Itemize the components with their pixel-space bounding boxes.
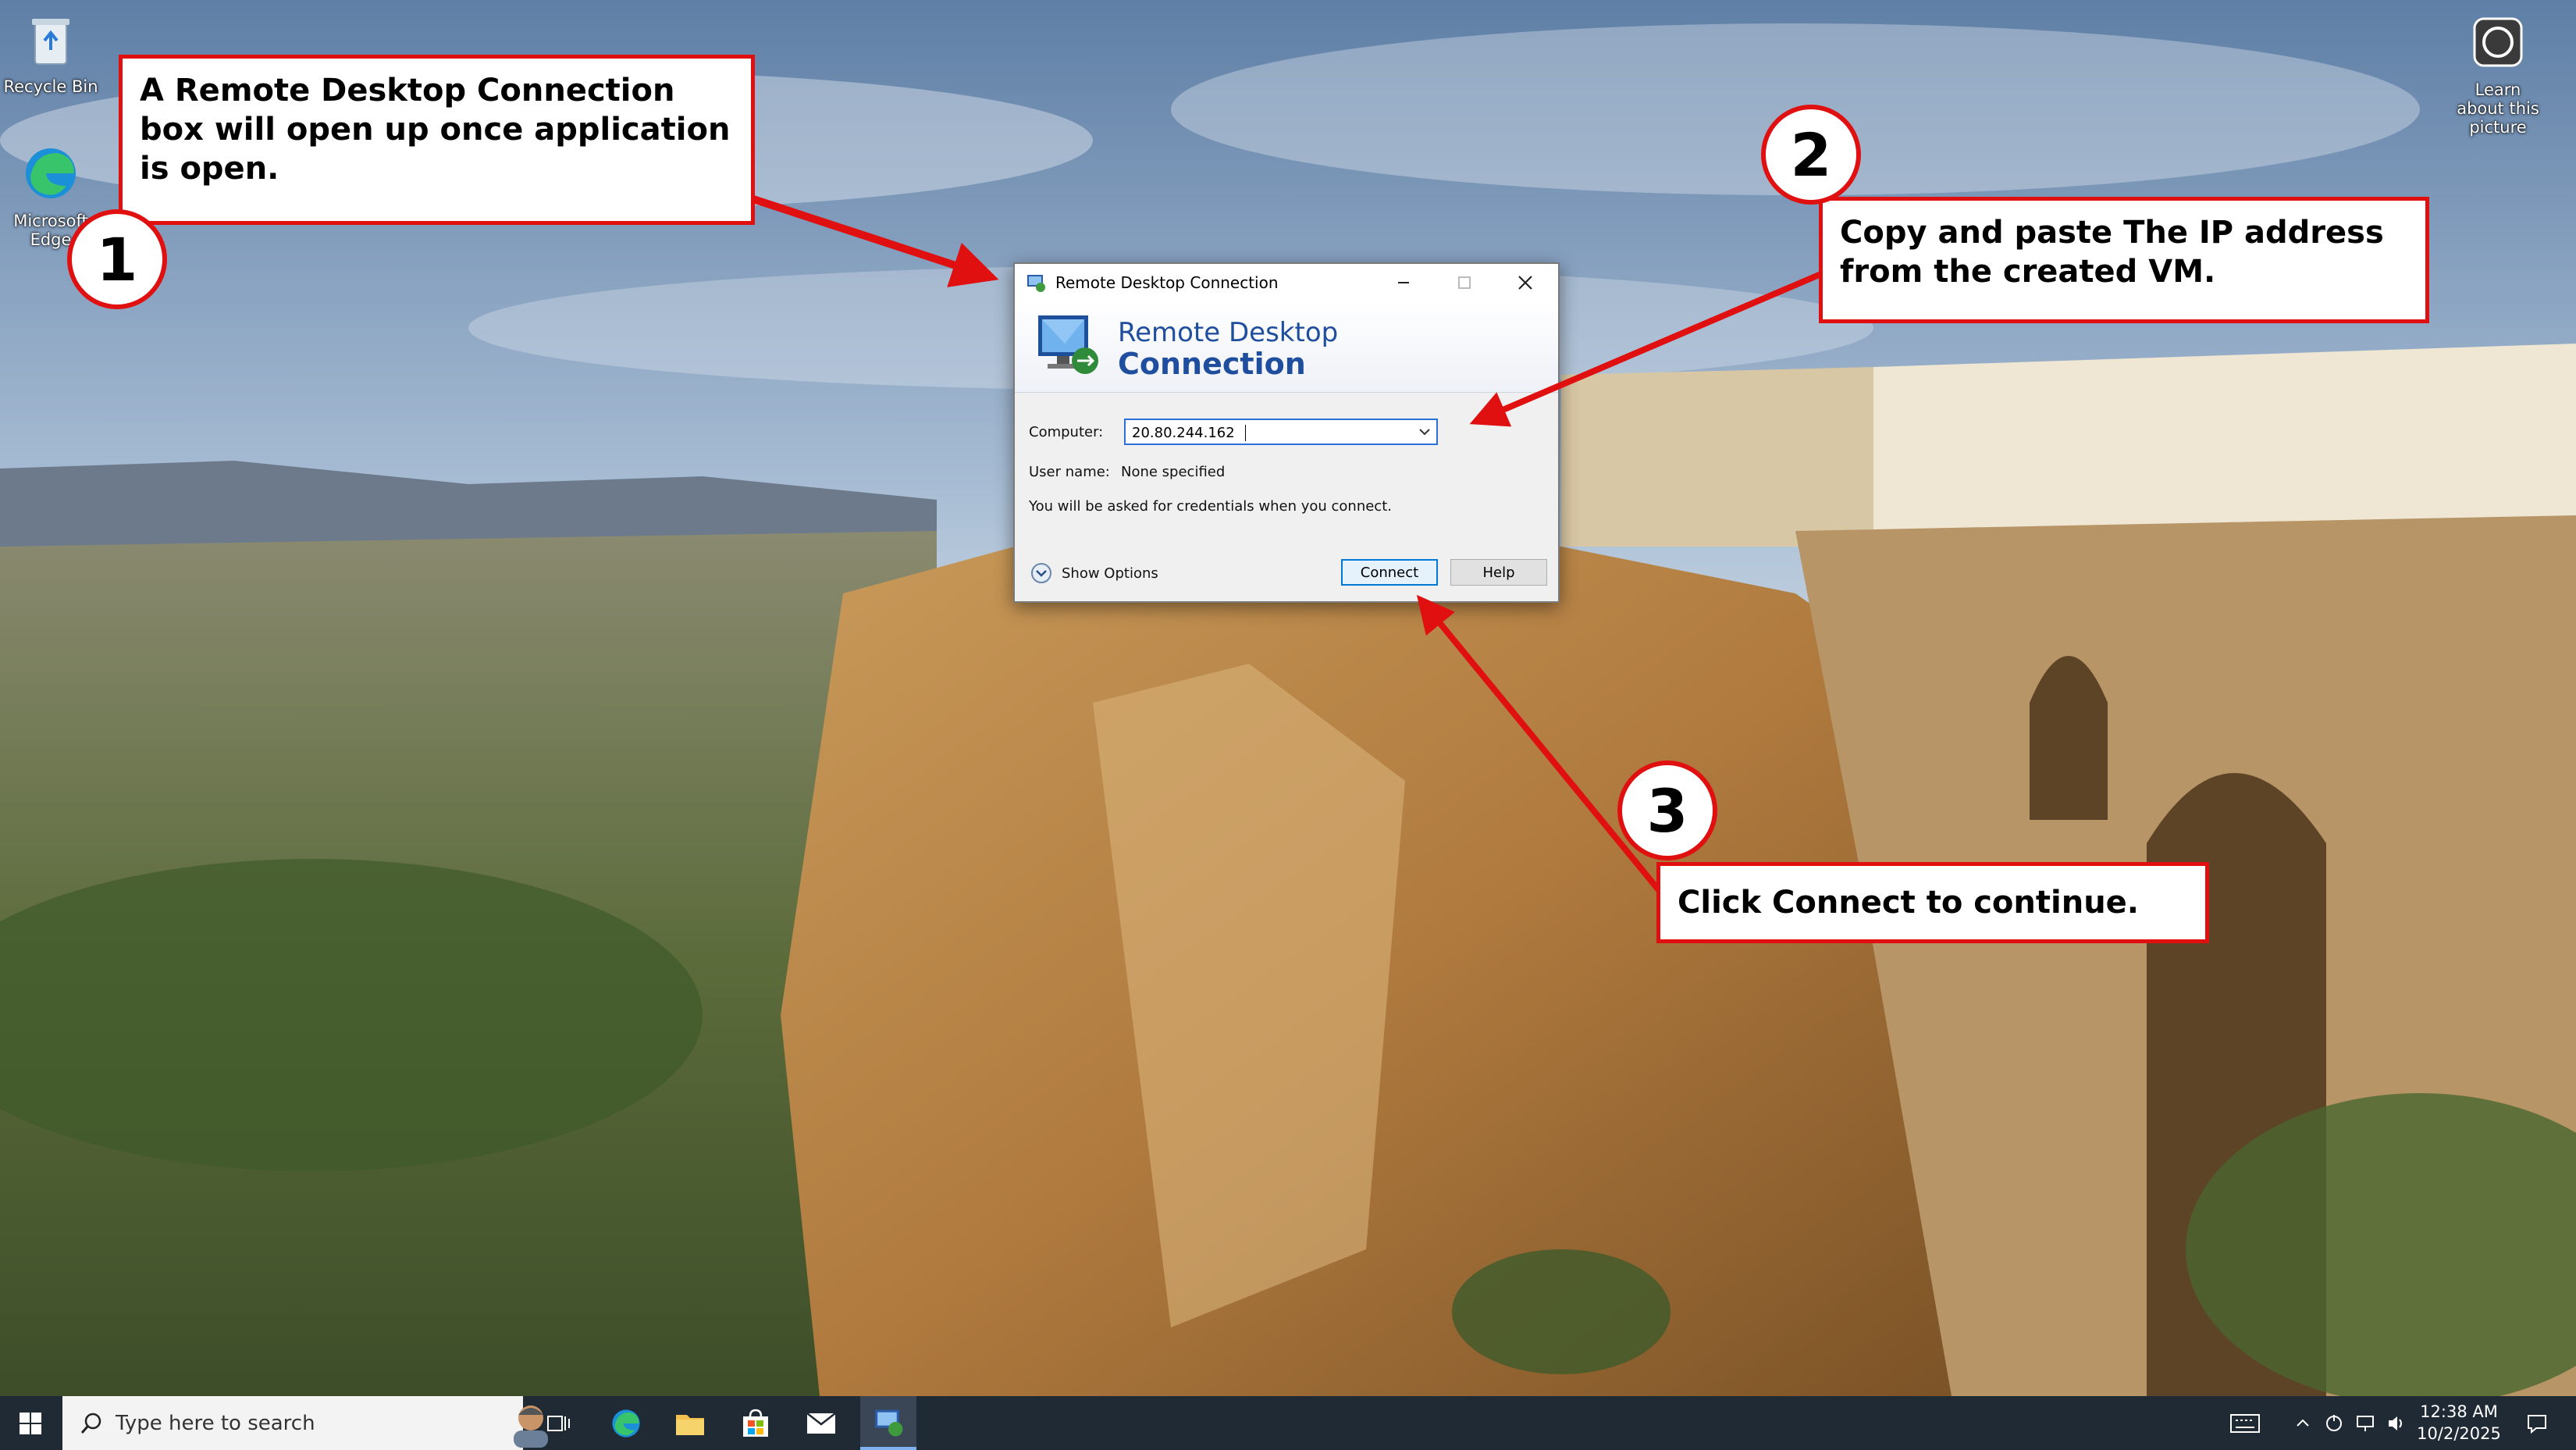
remote-desktop-icon bbox=[875, 1409, 903, 1436]
edge-icon bbox=[612, 1409, 640, 1438]
tray-show-hidden-icons[interactable] bbox=[2287, 1396, 2318, 1450]
show-options-chevron-icon[interactable] bbox=[1030, 562, 1052, 584]
maximize-button[interactable] bbox=[1435, 264, 1494, 301]
tray-volume[interactable] bbox=[2381, 1396, 2412, 1450]
callout-step-2: Copy and paste The IP address from the c… bbox=[1819, 197, 2429, 323]
recycle-bin-icon bbox=[32, 19, 69, 65]
notification-icon bbox=[2528, 1414, 2546, 1434]
remote-desktop-dialog[interactable]: Remote Desktop Connection Remote Desktop… bbox=[1013, 262, 1560, 603]
close-button[interactable] bbox=[1496, 264, 1555, 301]
text-caret bbox=[1245, 425, 1246, 441]
callout-step-3: Click Connect to continue. bbox=[1656, 862, 2209, 943]
dialog-banner: Remote Desktop Connection bbox=[1015, 301, 1558, 393]
taskbar-search-box[interactable]: Type here to search bbox=[62, 1396, 548, 1450]
taskbar-mail[interactable] bbox=[796, 1396, 846, 1450]
volume-icon bbox=[2389, 1416, 2402, 1430]
taskbar-store[interactable] bbox=[731, 1396, 781, 1450]
computer-input[interactable]: 20.80.244.162 bbox=[1132, 425, 1235, 441]
chevron-down-icon[interactable] bbox=[1418, 425, 1432, 439]
computer-label: Computer: bbox=[1029, 424, 1104, 440]
remote-desktop-icon bbox=[1027, 275, 1045, 292]
desktop-icon-recycle-bin[interactable]: Recycle Bin bbox=[0, 8, 101, 96]
remote-desktop-logo-icon bbox=[1038, 315, 1098, 374]
banner-title-line1: Remote Desktop bbox=[1118, 317, 1339, 348]
keyboard-icon bbox=[2230, 1413, 2260, 1433]
taskbar-edge[interactable] bbox=[601, 1396, 651, 1450]
show-options-link[interactable]: Show Options bbox=[1062, 565, 1158, 582]
badge-step-2: 2 bbox=[1761, 105, 1861, 205]
username-value: None specified bbox=[1121, 464, 1226, 480]
camera-info-icon bbox=[2473, 17, 2523, 67]
banner-title-line2: Connection bbox=[1118, 347, 1306, 381]
taskbar[interactable]: Type here to search 12:38 AM 10/2/2025 bbox=[0, 1396, 2576, 1450]
username-label: User name: bbox=[1029, 464, 1110, 480]
connect-button[interactable]: Connect bbox=[1341, 559, 1438, 586]
maximize-icon bbox=[1458, 276, 1471, 289]
taskbar-file-explorer[interactable] bbox=[665, 1396, 715, 1450]
tray-keyboard[interactable] bbox=[2223, 1396, 2267, 1450]
help-button[interactable]: Help bbox=[1450, 559, 1547, 586]
badge-step-1: 1 bbox=[67, 209, 167, 309]
taskbar-remote-desktop-active[interactable] bbox=[860, 1396, 916, 1450]
file-explorer-icon bbox=[676, 1414, 704, 1435]
dialog-title: Remote Desktop Connection bbox=[1055, 273, 1279, 292]
windows-start-icon bbox=[20, 1412, 41, 1434]
desktop-icon-learn-about-picture[interactable]: Learn about this picture bbox=[2443, 11, 2553, 137]
desktop-icon-label: Recycle Bin bbox=[3, 77, 98, 96]
task-view-icon bbox=[547, 1415, 570, 1431]
clock-date: 10/2/2025 bbox=[2417, 1424, 2501, 1443]
taskbar-clock[interactable]: 12:38 AM 10/2/2025 bbox=[2412, 1401, 2506, 1445]
mail-icon bbox=[806, 1412, 836, 1434]
task-view-button[interactable] bbox=[539, 1396, 579, 1450]
network-icon bbox=[2357, 1415, 2374, 1431]
tray-onedrive[interactable] bbox=[2318, 1396, 2350, 1450]
search-placeholder: Type here to search bbox=[116, 1412, 315, 1435]
store-icon bbox=[743, 1409, 768, 1437]
chevron-up-icon bbox=[2297, 1419, 2309, 1427]
desktop[interactable]: Recycle Bin Microsoft Edge Learn about t… bbox=[0, 0, 2576, 1396]
edge-icon bbox=[26, 148, 76, 198]
tray-network[interactable] bbox=[2350, 1396, 2381, 1450]
computer-combobox[interactable]: 20.80.244.162 bbox=[1124, 419, 1438, 445]
credentials-note: You will be asked for credentials when y… bbox=[1029, 498, 1392, 515]
close-icon bbox=[1518, 276, 1532, 290]
onedrive-icon bbox=[2326, 1414, 2342, 1431]
search-icon bbox=[80, 1413, 101, 1434]
clock-time: 12:38 AM bbox=[2420, 1402, 2498, 1421]
badge-step-3: 3 bbox=[1617, 761, 1717, 860]
desktop-icon-label: Learn about this picture bbox=[2457, 80, 2539, 137]
start-button[interactable] bbox=[0, 1396, 61, 1450]
tray-notifications[interactable] bbox=[2514, 1396, 2560, 1450]
minimize-button[interactable] bbox=[1374, 264, 1433, 301]
dialog-titlebar[interactable]: Remote Desktop Connection bbox=[1015, 264, 1558, 301]
minimize-icon bbox=[1398, 282, 1409, 283]
callout-step-1: A Remote Desktop Connection box will ope… bbox=[119, 55, 755, 225]
